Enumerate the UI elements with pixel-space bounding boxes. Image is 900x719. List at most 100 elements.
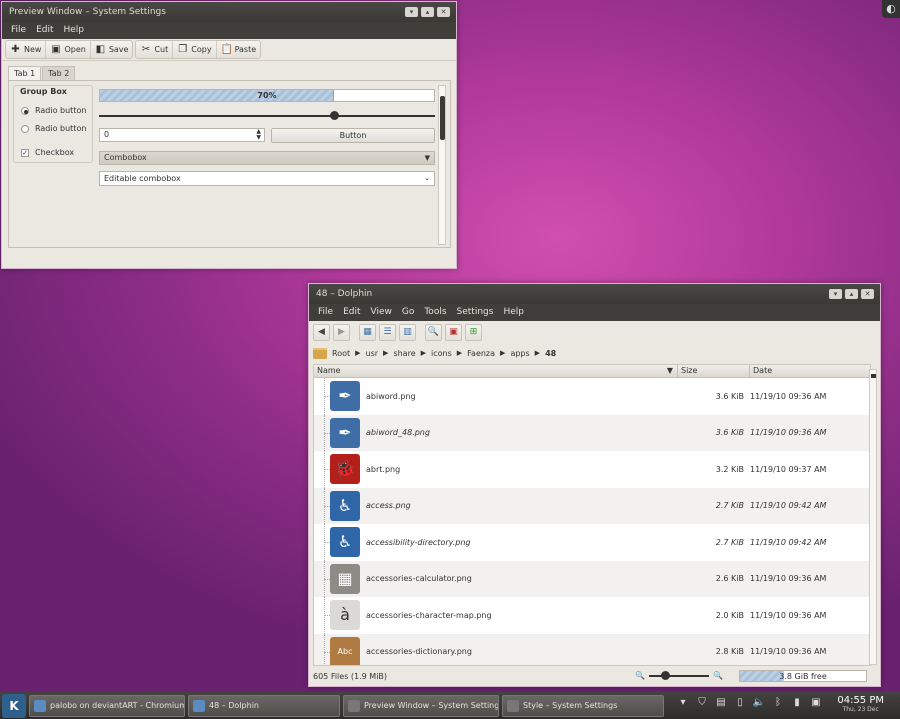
- minimize-button[interactable]: ▾: [405, 7, 418, 17]
- task-dolphin[interactable]: 48 – Dolphin: [188, 694, 340, 717]
- crumb-48[interactable]: 48: [545, 349, 556, 358]
- radio-button-1[interactable]: Radio button: [21, 106, 86, 115]
- vertical-scrollbar[interactable]: [438, 85, 446, 245]
- file-row[interactable]: Abc accessories-dictionary.png 2.8 KiB 11/1…: [314, 633, 870, 665]
- vertical-scrollbar[interactable]: [869, 369, 877, 665]
- radio-off-icon: [21, 124, 29, 133]
- zoom-out-icon[interactable]: 🔍: [635, 671, 645, 680]
- menu-edit[interactable]: Edit: [338, 304, 365, 321]
- combobox[interactable]: Combobox ▼: [99, 151, 435, 165]
- file-row[interactable]: 🐞 abrt.png 3.2 KiB 11/19/10 09:37 AM: [314, 451, 870, 488]
- tab-2[interactable]: Tab 2: [42, 66, 76, 80]
- editable-combobox[interactable]: Editable combobox ⌄: [99, 171, 435, 186]
- column-date[interactable]: Date: [750, 365, 870, 377]
- slider-knob[interactable]: [330, 111, 340, 120]
- copy-button[interactable]: ❐ Copy: [173, 41, 217, 58]
- slider[interactable]: [99, 111, 435, 121]
- file-icon: ▦: [330, 563, 360, 594]
- crumb-root[interactable]: Root: [332, 349, 350, 358]
- scrollbar-thumb[interactable]: [871, 374, 876, 378]
- file-size: 3.6 KiB: [715, 428, 744, 438]
- clock[interactable]: 04:55 PM Thu, 23 Dec: [837, 695, 884, 713]
- file-row[interactable]: à accessories-character-map.png 2.0 KiB 11/…: [314, 597, 870, 634]
- spin-arrows-icon[interactable]: ▲ ▼: [256, 129, 261, 141]
- menu-help[interactable]: Help: [59, 22, 90, 39]
- tray-clipboard-icon[interactable]: ▤: [714, 696, 728, 710]
- cut-button[interactable]: ✂ Cut: [136, 41, 174, 58]
- file-date: 11/19/10 09:36 AM: [750, 647, 827, 657]
- menu-tools[interactable]: Tools: [419, 304, 451, 321]
- menu-view[interactable]: View: [366, 304, 397, 321]
- dolphin-toolbar: ◀ ▶ ▦ ☰ ▥ 🔍 ▣ ⊞: [309, 321, 880, 343]
- k-menu-icon[interactable]: K: [2, 693, 26, 718]
- file-row[interactable]: ♿ access.png 2.7 KiB 11/19/10 09:42 AM: [314, 487, 870, 524]
- save-button[interactable]: ◧ Save: [91, 41, 133, 58]
- new-button[interactable]: ✚ New: [6, 41, 47, 58]
- menu-settings[interactable]: Settings: [452, 304, 499, 321]
- tray-device-icon[interactable]: ▯: [733, 696, 747, 710]
- preview-icon[interactable]: ▣: [445, 323, 462, 341]
- column-name[interactable]: Name ▼: [314, 365, 678, 377]
- file-row[interactable]: ▦ accessories-calculator.png 2.6 KiB 11/19/…: [314, 560, 870, 597]
- zoom-knob[interactable]: [660, 670, 670, 680]
- details-view-icon[interactable]: ☰: [379, 323, 396, 341]
- battery-icon[interactable]: ▮: [790, 696, 804, 710]
- file-icon: ✒: [330, 417, 360, 448]
- settings-icon: [348, 699, 360, 712]
- volume-icon[interactable]: 🔈: [752, 696, 766, 710]
- zoom-slider[interactable]: 🔍 🔍: [635, 670, 723, 680]
- close-button[interactable]: ✕: [861, 289, 874, 299]
- file-row[interactable]: ✒ abiword_48.png 3.6 KiB 11/19/10 09:36 AM: [314, 414, 870, 451]
- maximize-button[interactable]: ▴: [421, 7, 434, 17]
- file-row[interactable]: ✒ abiword.png 3.6 KiB 11/19/10 09:36 AM: [314, 378, 870, 415]
- menu-file[interactable]: File: [6, 22, 31, 39]
- tray-arrow-icon[interactable]: ▾: [676, 696, 690, 710]
- crumb-usr[interactable]: usr: [366, 349, 379, 358]
- crumb-faenza[interactable]: Faenza: [467, 349, 495, 358]
- dolphin-titlebar[interactable]: 48 – Dolphin ▾ ▴ ✕: [309, 284, 880, 304]
- icons-view-icon[interactable]: ▦: [359, 323, 376, 341]
- crumb-apps[interactable]: apps: [510, 349, 529, 358]
- scrollbar-thumb[interactable]: [440, 96, 445, 140]
- crumb-share[interactable]: share: [393, 349, 415, 358]
- crumb-icons[interactable]: icons: [431, 349, 452, 358]
- columns-view-icon[interactable]: ▥: [399, 323, 416, 341]
- zoom-in-icon[interactable]: 🔍: [713, 671, 723, 680]
- chevron-down-icon: ⌄: [424, 174, 430, 182]
- maximize-button[interactable]: ▴: [845, 289, 858, 299]
- file-name: accessories-calculator.png: [366, 574, 472, 584]
- dashboard-corner-icon[interactable]: ◐: [882, 0, 900, 18]
- checkbox[interactable]: ✓ Checkbox: [21, 148, 74, 157]
- status-bar: 605 Files (1.9 MiB) 🔍 🔍 3.8 GiB free: [309, 666, 880, 686]
- dolphin-icon: [193, 699, 205, 712]
- task-preview[interactable]: Preview Window – System Setting: [343, 694, 499, 717]
- network-icon[interactable]: ▣: [809, 696, 823, 710]
- push-button[interactable]: Button: [271, 128, 435, 143]
- back-icon[interactable]: ◀: [313, 323, 330, 341]
- radio-button-2[interactable]: Radio button: [21, 124, 86, 133]
- file-row[interactable]: ♿ accessibility-directory.png 2.7 KiB 11/19…: [314, 524, 870, 561]
- task-style[interactable]: Style – System Settings: [502, 694, 664, 717]
- file-date: 11/19/10 09:36 AM: [750, 391, 827, 401]
- preview-menubar: File Edit Help: [2, 22, 456, 39]
- column-size[interactable]: Size: [678, 365, 750, 377]
- search-icon[interactable]: 🔍: [425, 323, 442, 341]
- menu-help[interactable]: Help: [498, 304, 529, 321]
- file-date: 11/19/10 09:42 AM: [750, 501, 827, 511]
- task-chromium[interactable]: palobo on deviantART - Chromium: [29, 694, 185, 717]
- menu-go[interactable]: Go: [397, 304, 419, 321]
- paste-button[interactable]: 📋 Paste: [217, 41, 261, 58]
- preview-titlebar[interactable]: Preview Window – System Settings ▾ ▴ ✕: [2, 2, 456, 22]
- chevron-down-icon: ▼: [424, 154, 430, 162]
- spin-box[interactable]: 0 ▲ ▼: [99, 128, 265, 142]
- tray-shield-icon[interactable]: ⛉: [695, 696, 709, 710]
- minimize-button[interactable]: ▾: [829, 289, 842, 299]
- tab-1[interactable]: Tab 1: [8, 66, 42, 80]
- open-button[interactable]: ▣ Open: [46, 41, 91, 58]
- menu-edit[interactable]: Edit: [31, 22, 58, 39]
- close-button[interactable]: ✕: [437, 7, 450, 17]
- bluetooth-icon[interactable]: ᛒ: [771, 696, 785, 710]
- split-view-icon[interactable]: ⊞: [465, 323, 482, 341]
- menu-file[interactable]: File: [313, 304, 338, 321]
- forward-icon[interactable]: ▶: [333, 323, 350, 341]
